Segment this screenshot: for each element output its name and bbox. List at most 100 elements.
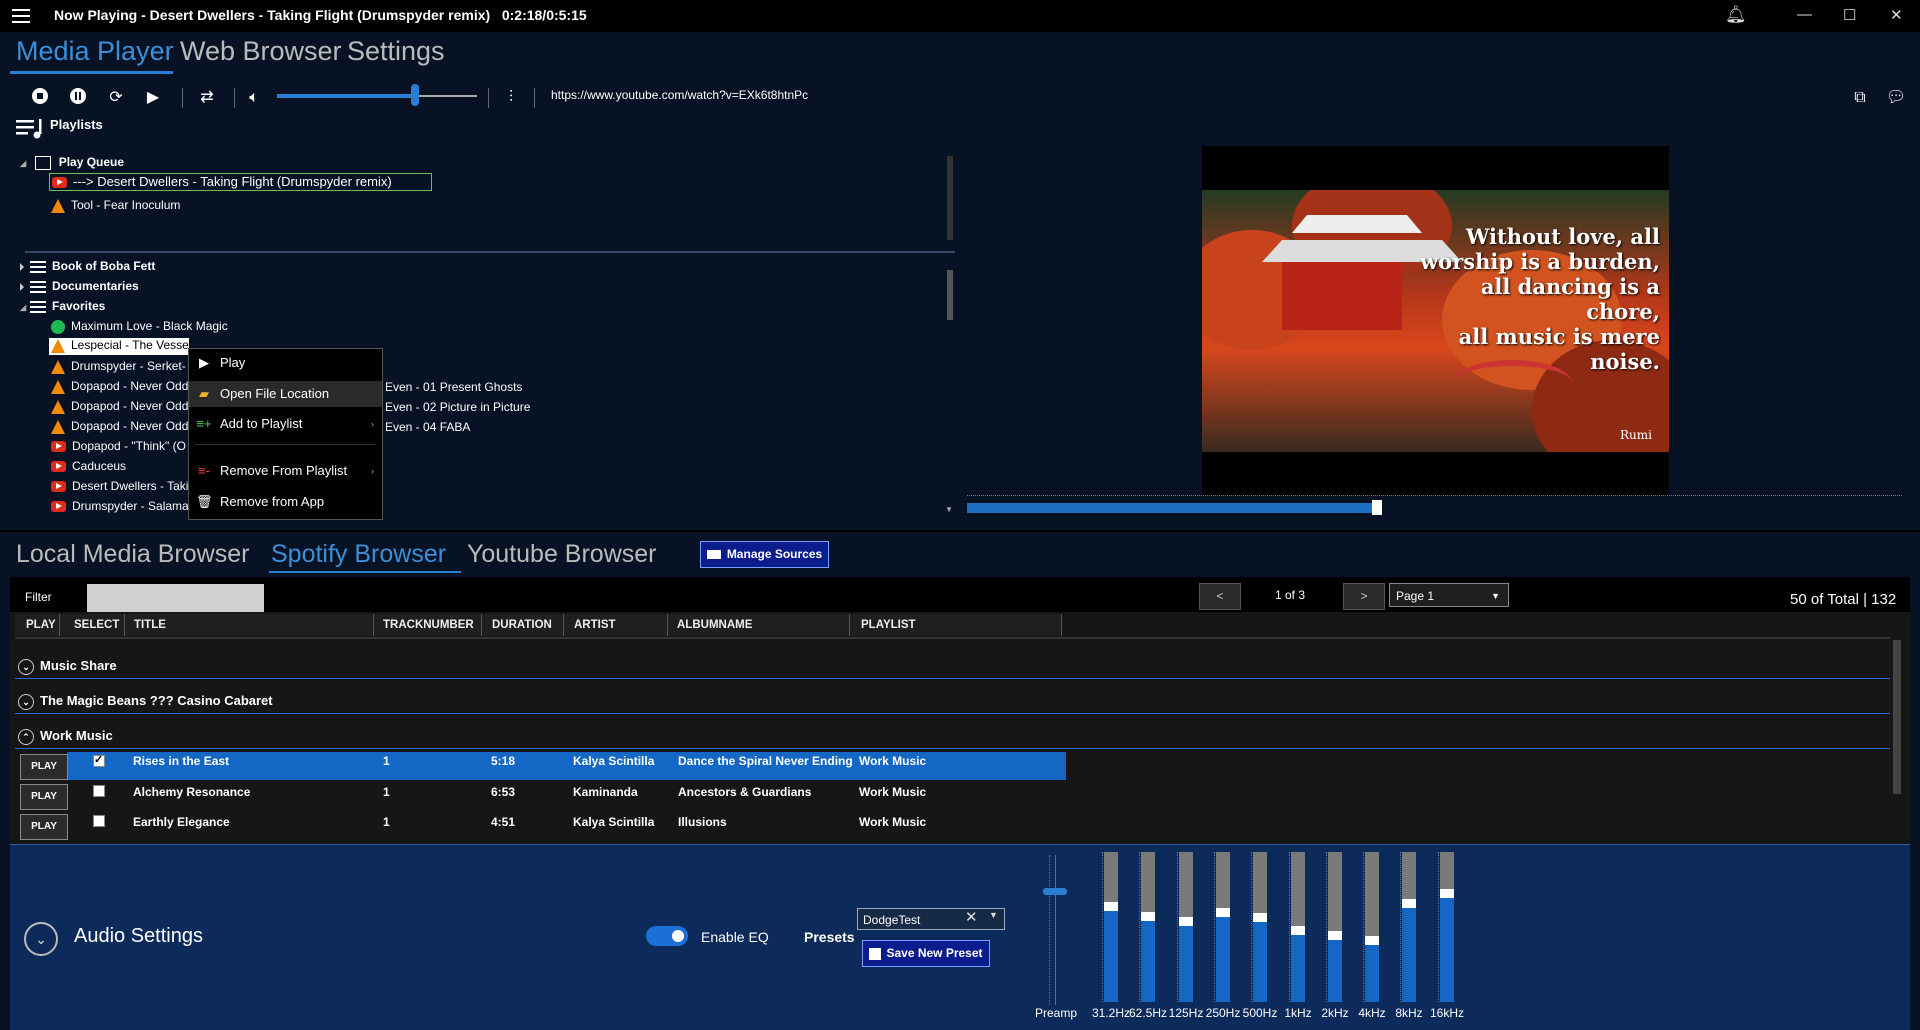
page-select[interactable]: Page 1 ▼ (1389, 583, 1509, 607)
seek-bar-progress[interactable] (967, 503, 1377, 513)
now-playing-item[interactable]: ---> Desert Dwellers - Taking Flight (Dr… (49, 173, 432, 191)
column-header-title[interactable]: TITLE (134, 614, 166, 636)
column-separator[interactable] (667, 614, 668, 636)
tree-documentaries[interactable]: Documentaries (20, 279, 139, 293)
row-play-button[interactable]: PLAY (20, 814, 68, 840)
filter-input[interactable] (87, 584, 264, 612)
eq-band-thumb[interactable] (1104, 902, 1118, 911)
row-select-checkbox[interactable] (93, 815, 105, 827)
column-separator[interactable] (373, 614, 374, 636)
eq-band-thumb[interactable] (1291, 926, 1305, 935)
preamp-slider-track[interactable] (1055, 855, 1056, 1005)
close-button[interactable]: ✕ (1890, 6, 1903, 24)
column-header-artist[interactable]: ARTIST (574, 614, 616, 636)
list-item[interactable]: Desert Dwellers - Takin (51, 479, 195, 493)
save-new-preset-button[interactable]: Save New Preset (862, 940, 990, 967)
menu-item-remove-from-app[interactable]: 🗑︎ Remove from App (189, 489, 382, 515)
maximize-button[interactable]: ☐ (1843, 6, 1856, 24)
tree-book-of-boba-fett[interactable]: Book of Boba Fett (20, 259, 155, 273)
menu-item-open-file-location[interactable]: ▰ Open File Location (189, 381, 382, 407)
column-header-playlist[interactable]: PLAYLIST (861, 614, 916, 636)
column-separator[interactable] (563, 614, 564, 636)
grid-scrollbar[interactable] (1893, 640, 1901, 794)
column-separator[interactable] (481, 614, 482, 636)
manage-sources-button[interactable]: Manage Sources (700, 541, 829, 568)
repeat-icon[interactable]: ⟳ (105, 87, 127, 109)
list-item[interactable]: Dopapod - Never Odd (51, 399, 188, 414)
tab-youtube-browser[interactable]: Youtube Browser (467, 540, 656, 569)
row-play-button[interactable]: PLAY (20, 754, 68, 780)
splitter[interactable] (25, 251, 955, 253)
tree-favorites[interactable]: ◢ Favorites (20, 299, 105, 313)
eq-band-thumb[interactable] (1179, 917, 1193, 926)
play-icon[interactable]: ▶ (142, 87, 164, 109)
clear-icon[interactable]: ✕ (965, 908, 978, 926)
list-item[interactable]: Dopapod - Never Odd (51, 419, 188, 434)
chevron-down-icon[interactable]: ▼ (989, 910, 998, 920)
prev-page-button[interactable]: < (1199, 583, 1241, 610)
volume-slider-thumb[interactable] (411, 84, 419, 106)
chat-icon[interactable]: 💬︎ (1885, 87, 1907, 109)
column-separator[interactable] (1061, 614, 1062, 636)
eq-band-thumb[interactable] (1365, 936, 1379, 945)
group-header-work-music[interactable]: ⌃ Work Music (15, 723, 1890, 749)
minimize-button[interactable]: — (1797, 6, 1812, 23)
list-item[interactable]: Drumspyder - Salama (51, 499, 189, 513)
stop-icon[interactable] (29, 87, 51, 109)
seek-bar-thumb[interactable] (1372, 500, 1382, 515)
column-header-tracknumber[interactable]: TRACKNUMBER (383, 614, 474, 636)
queue-scrollbar[interactable] (947, 156, 953, 240)
menu-item-remove-from-playlist[interactable]: ≡- Remove From Playlist › (189, 458, 382, 484)
column-header-select[interactable]: SELECT (74, 614, 119, 636)
eq-band-thumb[interactable] (1253, 913, 1267, 922)
equalizer-icon[interactable]: ⫶ (500, 87, 522, 109)
tab-local-media-browser[interactable]: Local Media Browser (16, 540, 249, 569)
list-item[interactable]: Drumspyder - Serket- (51, 359, 186, 374)
column-separator[interactable] (59, 614, 60, 636)
open-external-icon[interactable]: ⧉ (1849, 87, 1871, 109)
preamp-ticks (1043, 855, 1050, 1005)
row-select-checkbox[interactable] (93, 753, 105, 767)
list-item[interactable]: Maximum Love - Black Magic (51, 319, 228, 334)
tab-settings[interactable]: Settings (347, 36, 445, 67)
group-header-music-share[interactable]: ⌄ Music Share (15, 653, 1890, 679)
eq-band-thumb[interactable] (1440, 889, 1454, 898)
group-header-magic-beans[interactable]: ⌄ The Magic Beans ??? Casino Cabaret (15, 688, 1890, 714)
column-separator[interactable] (124, 614, 125, 636)
vlc-icon (51, 338, 65, 353)
playlist-scrollbar[interactable] (947, 270, 953, 320)
chevron-down-icon[interactable]: ⌄ (24, 922, 58, 956)
column-header-albumname[interactable]: ALBUMNAME (677, 614, 752, 636)
tab-web-browser[interactable]: Web Browser (180, 36, 342, 67)
row-select-checkbox[interactable] (93, 785, 105, 797)
queue-item[interactable]: Tool - Fear Inoculum (51, 198, 180, 213)
eq-band-thumb[interactable] (1141, 912, 1155, 921)
enable-eq-toggle[interactable] (646, 926, 688, 946)
menu-item-add-to-playlist[interactable]: ≡+ Add to Playlist › (189, 411, 382, 437)
tree-play-queue[interactable]: ◢ Play Queue (20, 155, 124, 170)
tab-spotify-browser[interactable]: Spotify Browser (271, 540, 446, 569)
bell-icon[interactable]: 🔔︎ (1725, 5, 1747, 25)
menu-item-play[interactable]: ▶ Play (189, 350, 382, 376)
list-item-selected[interactable]: Lespecial - The Vessel (49, 338, 192, 355)
volume-icon[interactable]: 🔈︎ (243, 87, 265, 109)
column-separator[interactable] (849, 614, 850, 636)
list-item[interactable]: Dopapod - "Think" (O (51, 439, 186, 453)
row-play-button[interactable]: PLAY (20, 784, 68, 810)
pause-icon[interactable] (67, 87, 89, 109)
hamburger-menu-icon[interactable] (12, 9, 30, 23)
column-header-play[interactable]: PLAY (26, 614, 56, 636)
preamp-slider-thumb[interactable] (1043, 888, 1067, 895)
list-item[interactable]: Dopapod - Never Odd (51, 379, 188, 394)
eq-band-thumb[interactable] (1402, 899, 1416, 908)
media-url[interactable]: https://www.youtube.com/watch?v=EXk6t8ht… (551, 88, 808, 102)
preset-select[interactable]: DodgeTest (857, 908, 1005, 930)
eq-band-thumb[interactable] (1328, 931, 1342, 940)
scroll-down-arrow[interactable]: ▼ (945, 505, 953, 514)
tab-media-player[interactable]: Media Player (16, 36, 174, 67)
column-header-duration[interactable]: DURATION (492, 614, 552, 636)
eq-band-thumb[interactable] (1216, 908, 1230, 917)
list-item[interactable]: Caduceus (51, 459, 126, 473)
shuffle-icon[interactable]: ⇄ (196, 87, 218, 109)
next-page-button[interactable]: > (1343, 583, 1385, 610)
